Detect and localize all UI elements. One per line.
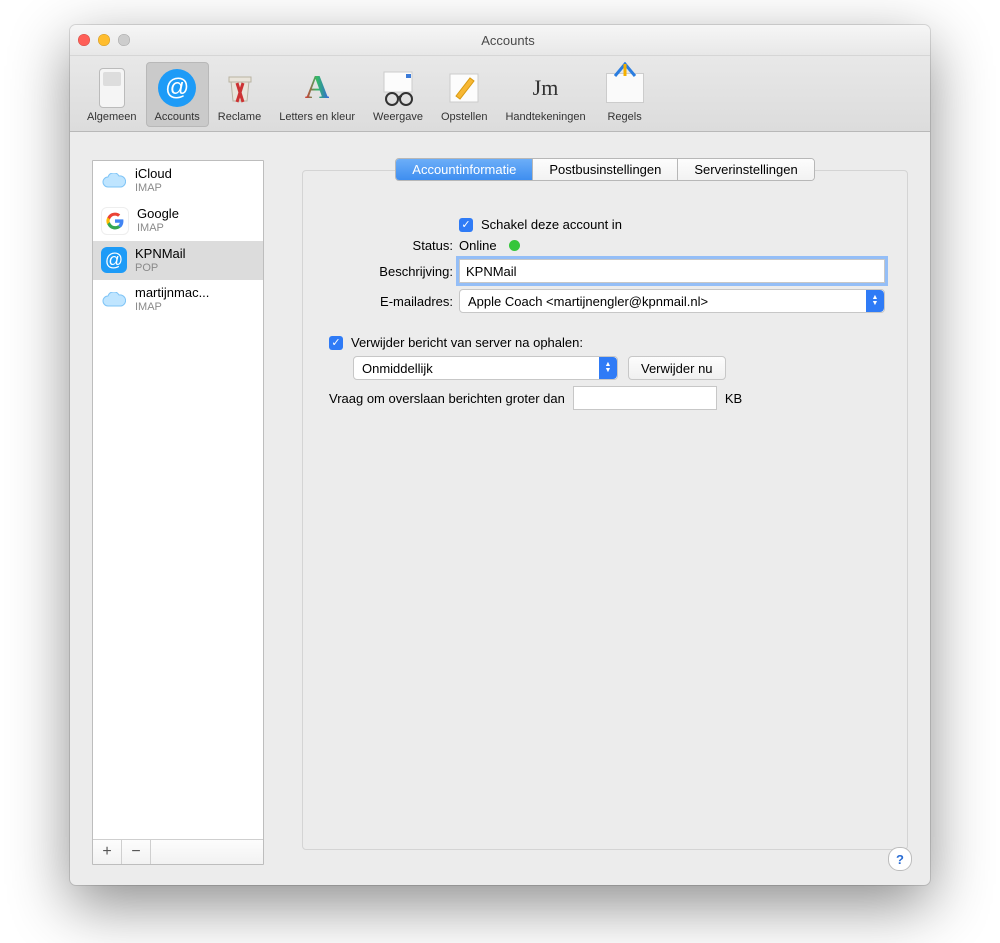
titlebar: Accounts (70, 25, 930, 56)
rules-icon (604, 67, 646, 109)
account-name: martijnmac... (135, 286, 209, 301)
sidebar-footer-spacer (151, 840, 263, 864)
description-input[interactable] (459, 259, 885, 283)
help-button[interactable]: ? (888, 847, 912, 871)
kb-label: KB (725, 391, 742, 406)
stepper-icon: ▲▼ (866, 290, 884, 312)
add-account-button[interactable]: + (93, 840, 122, 864)
remove-timing-select[interactable]: Onmiddellijk ▲▼ (353, 356, 618, 380)
account-item[interactable]: iCloud IMAP (93, 161, 263, 201)
main-panel: Accountinformatie Postbusinstellingen Se… (282, 160, 908, 865)
prefs-toolbar: Algemeen @ Accounts Reclame A Letters en… (70, 56, 930, 132)
stepper-icon: ▲▼ (599, 357, 617, 379)
skip-large-label: Vraag om overslaan berichten groter dan (329, 391, 565, 406)
toolbar-fonts[interactable]: A Letters en kleur (270, 62, 364, 127)
account-item[interactable]: martijnmac... IMAP (93, 280, 263, 320)
remove-from-server-checkbox[interactable]: ✓ (329, 336, 343, 350)
accounts-sidebar: iCloud IMAP Google IMAP @ K (92, 160, 264, 865)
icloud-icon (101, 168, 127, 194)
window-title: Accounts (94, 33, 922, 48)
content-body: iCloud IMAP Google IMAP @ K (70, 142, 930, 885)
tab-mailbox-settings[interactable]: Postbusinstellingen (533, 159, 678, 180)
compose-icon (443, 67, 485, 109)
status-label: Status: (325, 238, 459, 253)
status-indicator-icon (509, 240, 520, 251)
at-icon: @ (156, 67, 198, 109)
sidebar-footer: + − (93, 839, 263, 864)
font-icon: A (296, 67, 338, 109)
toolbar-rules[interactable]: Regels (595, 62, 655, 127)
preferences-window: Accounts Algemeen @ Accounts Reclame A L… (70, 25, 930, 885)
email-select[interactable]: Apple Coach <martijnengler@kpnmail.nl> ▲… (459, 289, 885, 313)
toolbar-general[interactable]: Algemeen (78, 62, 146, 127)
toolbar-viewing[interactable]: Weergave (364, 62, 432, 127)
remove-from-server-label: Verwijder bericht van server na ophalen: (351, 335, 583, 350)
trash-icon (219, 67, 261, 109)
toolbar-junk[interactable]: Reclame (209, 62, 270, 127)
remove-now-button[interactable]: Verwijder nu (628, 356, 726, 380)
toolbar-accounts[interactable]: @ Accounts (146, 62, 209, 127)
account-item[interactable]: @ KPNMail POP (93, 241, 263, 281)
account-item[interactable]: Google IMAP (93, 201, 263, 241)
tab-account-info[interactable]: Accountinformatie (396, 159, 533, 180)
status-value: Online (459, 238, 497, 253)
account-type: POP (135, 262, 186, 275)
signature-icon: Jm (525, 67, 567, 109)
toolbar-signatures[interactable]: Jm Handtekeningen (496, 62, 594, 127)
email-value: Apple Coach <martijnengler@kpnmail.nl> (468, 294, 708, 309)
tab-server-settings[interactable]: Serverinstellingen (678, 159, 813, 180)
google-icon (101, 207, 129, 235)
email-label: E-mailadres: (325, 294, 459, 309)
account-name: KPNMail (135, 247, 186, 262)
close-button[interactable] (78, 34, 90, 46)
account-type: IMAP (137, 222, 179, 235)
description-label: Beschrijving: (325, 264, 459, 279)
account-type: IMAP (135, 301, 209, 314)
account-type: IMAP (135, 182, 172, 195)
account-name: Google (137, 207, 179, 222)
account-form: ✓ Schakel deze account in Status: Online… (303, 199, 907, 428)
skip-size-input[interactable] (573, 386, 717, 410)
switch-icon (91, 67, 133, 109)
remove-account-button[interactable]: − (122, 840, 151, 864)
icloud-icon (101, 287, 127, 313)
settings-tabs: Accountinformatie Postbusinstellingen Se… (322, 158, 888, 181)
remove-timing-value: Onmiddellijk (362, 361, 433, 376)
at-icon: @ (101, 247, 127, 273)
tab-panel: ✓ Schakel deze account in Status: Online… (302, 170, 908, 850)
toolbar-composing[interactable]: Opstellen (432, 62, 496, 127)
enable-account-label: Schakel deze account in (481, 217, 622, 232)
accounts-list[interactable]: iCloud IMAP Google IMAP @ K (93, 161, 263, 839)
viewing-icon (377, 67, 419, 109)
account-name: iCloud (135, 167, 172, 182)
enable-account-checkbox[interactable]: ✓ (459, 218, 473, 232)
